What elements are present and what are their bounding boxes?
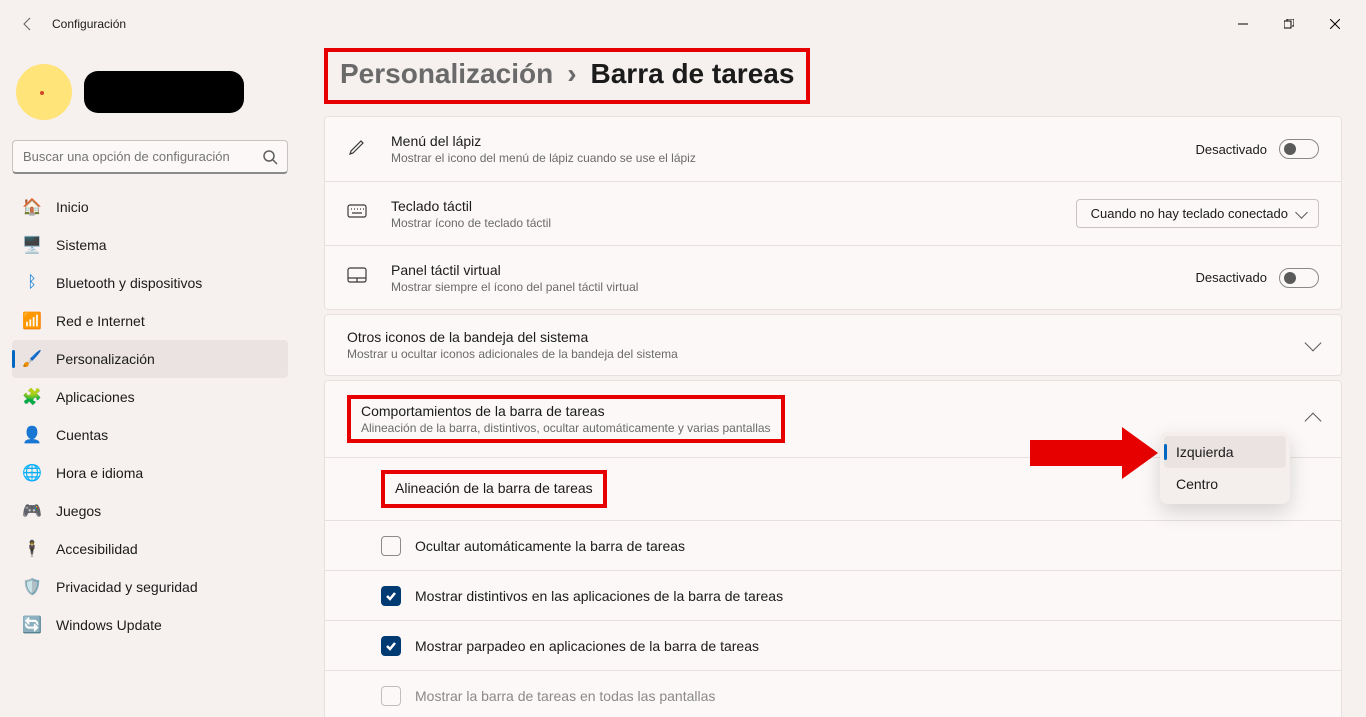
system-icon: 🖥️ xyxy=(22,235,42,255)
chevron-up-icon xyxy=(1305,413,1322,430)
allscreens-checkbox xyxy=(381,686,401,706)
breadcrumb-current: Barra de tareas xyxy=(591,58,795,90)
pen-toggle-label: Desactivado xyxy=(1195,142,1267,157)
search-icon xyxy=(262,149,278,165)
menu-option-izquierda[interactable]: Izquierda xyxy=(1164,436,1286,468)
sidebar-item-accesibilidad[interactable]: 🕴️Accesibilidad xyxy=(12,530,288,568)
avatar xyxy=(16,64,72,120)
wifi-icon: 📶 xyxy=(22,311,42,331)
sidebar-item-personalizacion[interactable]: 🖌️Personalización xyxy=(12,340,288,378)
tray-expander[interactable]: Otros iconos de la bandeja del sistemaMo… xyxy=(324,314,1342,376)
nav-list: 🏠Inicio 🖥️Sistema ᛒBluetooth y dispositi… xyxy=(12,188,288,644)
breadcrumb-highlight: Personalización › Barra de tareas xyxy=(324,48,810,104)
menu-option-centro[interactable]: Centro xyxy=(1164,468,1286,500)
home-icon: 🏠 xyxy=(22,197,42,217)
sidebar-item-inicio[interactable]: 🏠Inicio xyxy=(12,188,288,226)
sidebar-item-red[interactable]: 📶Red e Internet xyxy=(12,302,288,340)
sidebar-item-juegos[interactable]: 🎮Juegos xyxy=(12,492,288,530)
row-all-screens: Mostrar la barra de tareas en todas las … xyxy=(325,670,1341,717)
apps-icon: 🧩 xyxy=(22,387,42,407)
clock-icon: 🌐 xyxy=(22,463,42,483)
chevron-down-icon xyxy=(1305,335,1322,352)
user-name-redacted xyxy=(84,71,244,113)
back-button[interactable] xyxy=(8,4,48,44)
touch-keyboard-dropdown[interactable]: Cuando no hay teclado conectado xyxy=(1076,199,1319,228)
row-autohide[interactable]: Ocultar automáticamente la barra de tare… xyxy=(325,520,1341,570)
badges-checkbox[interactable] xyxy=(381,586,401,606)
system-tray-card: Menú del lápizMostrar el icono del menú … xyxy=(324,116,1342,310)
row-virtual-touchpad[interactable]: Panel táctil virtualMostrar siempre el í… xyxy=(325,245,1341,309)
main-content: Personalización › Barra de tareas Menú d… xyxy=(300,48,1366,717)
maximize-button[interactable] xyxy=(1266,8,1312,40)
annotation-arrow xyxy=(1030,440,1122,466)
sidebar-item-hora[interactable]: 🌐Hora e idioma xyxy=(12,454,288,492)
row-badges[interactable]: Mostrar distintivos en las aplicaciones … xyxy=(325,570,1341,620)
sidebar-item-cuentas[interactable]: 👤Cuentas xyxy=(12,416,288,454)
chevron-right-icon: › xyxy=(567,58,576,90)
alignment-dropdown-menu: Izquierda Centro xyxy=(1160,432,1290,504)
breadcrumb-parent[interactable]: Personalización xyxy=(340,58,553,90)
minimize-button[interactable] xyxy=(1220,8,1266,40)
sidebar-item-aplicaciones[interactable]: 🧩Aplicaciones xyxy=(12,378,288,416)
alignment-highlight: Alineación de la barra de tareas xyxy=(381,470,607,508)
sidebar-item-privacidad[interactable]: 🛡️Privacidad y seguridad xyxy=(12,568,288,606)
touchpad-icon xyxy=(347,267,367,288)
sidebar-item-bluetooth[interactable]: ᛒBluetooth y dispositivos xyxy=(12,264,288,302)
keyboard-icon xyxy=(347,204,367,223)
accessibility-icon: 🕴️ xyxy=(22,539,42,559)
shield-icon: 🛡️ xyxy=(22,577,42,597)
autohide-checkbox[interactable] xyxy=(381,536,401,556)
row-flash[interactable]: Mostrar parpadeo en aplicaciones de la b… xyxy=(325,620,1341,670)
gamepad-icon: 🎮 xyxy=(22,501,42,521)
brush-icon: 🖌️ xyxy=(22,349,42,369)
titlebar: Configuración xyxy=(0,0,1366,48)
accounts-icon: 👤 xyxy=(22,425,42,445)
user-profile[interactable] xyxy=(12,56,288,136)
breadcrumb: Personalización › Barra de tareas xyxy=(340,58,794,90)
flash-checkbox[interactable] xyxy=(381,636,401,656)
behaviors-expander: Comportamientos de la barra de tareas Al… xyxy=(324,380,1342,717)
sidebar-item-update[interactable]: 🔄Windows Update xyxy=(12,606,288,644)
vpad-toggle[interactable] xyxy=(1279,268,1319,288)
row-pen-menu[interactable]: Menú del lápizMostrar el icono del menú … xyxy=(325,117,1341,181)
update-icon: 🔄 xyxy=(22,615,42,635)
pen-icon xyxy=(347,137,367,162)
window-title: Configuración xyxy=(52,17,126,31)
vpad-toggle-label: Desactivado xyxy=(1195,270,1267,285)
close-button[interactable] xyxy=(1312,8,1358,40)
behaviors-highlight: Comportamientos de la barra de tareas Al… xyxy=(347,395,785,443)
sidebar-item-sistema[interactable]: 🖥️Sistema xyxy=(12,226,288,264)
row-touch-keyboard[interactable]: Teclado táctilMostrar ícono de teclado t… xyxy=(325,181,1341,245)
search-box[interactable] xyxy=(12,140,288,174)
sidebar: 🏠Inicio 🖥️Sistema ᛒBluetooth y dispositi… xyxy=(0,48,300,717)
pen-toggle[interactable] xyxy=(1279,139,1319,159)
bluetooth-icon: ᛒ xyxy=(22,273,42,293)
search-input[interactable] xyxy=(12,140,288,174)
